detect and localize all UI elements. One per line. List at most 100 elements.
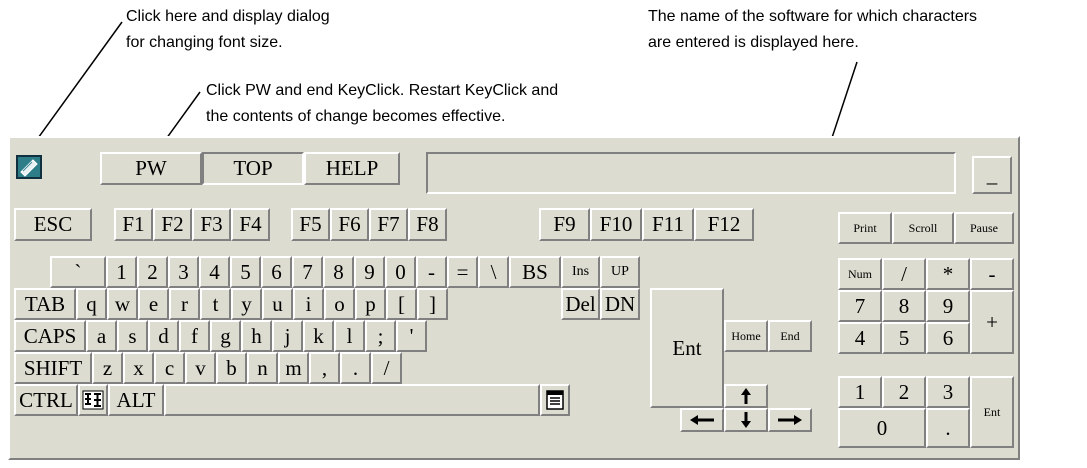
key-dn[interactable]: DN: [600, 288, 640, 320]
key-w[interactable]: w: [107, 288, 138, 320]
key-g[interactable]: g: [210, 320, 241, 352]
key-a[interactable]: a: [86, 320, 117, 352]
key-ins[interactable]: Ins: [561, 256, 600, 288]
key-shift[interactable]: SHIFT: [14, 352, 92, 384]
key-arrow-down[interactable]: [724, 408, 768, 432]
key-f8[interactable]: F8: [408, 208, 447, 241]
pw-button[interactable]: PW: [100, 152, 202, 185]
key-f1[interactable]: F1: [114, 208, 153, 241]
key-9[interactable]: 9: [354, 256, 385, 288]
key-pause[interactable]: Pause: [954, 212, 1014, 244]
key-q[interactable]: q: [76, 288, 107, 320]
help-button[interactable]: HELP: [304, 152, 400, 185]
key-equals[interactable]: =: [447, 256, 478, 288]
key-caps[interactable]: CAPS: [14, 320, 86, 352]
key-arrow-up[interactable]: [724, 384, 768, 408]
key-o[interactable]: o: [324, 288, 355, 320]
ime-key[interactable]: [78, 384, 108, 416]
key-num-8[interactable]: 8: [882, 290, 926, 322]
key-l[interactable]: l: [334, 320, 365, 352]
key-d[interactable]: d: [148, 320, 179, 352]
key-4[interactable]: 4: [199, 256, 230, 288]
key-k[interactable]: k: [303, 320, 334, 352]
key-n[interactable]: n: [247, 352, 278, 384]
key-enter[interactable]: Ent: [650, 288, 724, 408]
key-num-4[interactable]: 4: [838, 322, 882, 354]
key-num-6[interactable]: 6: [926, 322, 970, 354]
key-0[interactable]: 0: [385, 256, 416, 288]
key-backslash[interactable]: \: [478, 256, 509, 288]
key-esc[interactable]: ESC: [14, 208, 92, 241]
key-8[interactable]: 8: [323, 256, 354, 288]
key-quote[interactable]: ': [396, 320, 427, 352]
key-num-1[interactable]: 1: [838, 376, 882, 408]
key-num-9[interactable]: 9: [926, 290, 970, 322]
key-up-page[interactable]: UP: [600, 256, 640, 288]
key-backtick[interactable]: `: [50, 256, 106, 288]
key-semicolon[interactable]: ;: [365, 320, 396, 352]
key-f11[interactable]: F11: [642, 208, 694, 241]
key-minus[interactable]: -: [416, 256, 447, 288]
key-del[interactable]: Del: [561, 288, 600, 320]
key-t[interactable]: t: [200, 288, 231, 320]
key-num-decimal[interactable]: .: [926, 408, 970, 448]
key-comma[interactable]: ,: [309, 352, 340, 384]
key-6[interactable]: 6: [261, 256, 292, 288]
key-p[interactable]: p: [355, 288, 386, 320]
key-f[interactable]: f: [179, 320, 210, 352]
key-num-lock[interactable]: Num: [838, 258, 882, 290]
key-1[interactable]: 1: [106, 256, 137, 288]
key-3[interactable]: 3: [168, 256, 199, 288]
key-num-2[interactable]: 2: [882, 376, 926, 408]
key-space[interactable]: [164, 384, 540, 416]
key-m[interactable]: m: [278, 352, 309, 384]
key-scroll[interactable]: Scroll: [892, 212, 954, 244]
key-arrow-left[interactable]: [680, 408, 724, 432]
key-ctrl[interactable]: CTRL: [14, 384, 78, 416]
key-f5[interactable]: F5: [291, 208, 330, 241]
key-f12[interactable]: F12: [694, 208, 754, 241]
minimize-button[interactable]: _: [972, 156, 1012, 194]
key-x[interactable]: x: [123, 352, 154, 384]
key-c[interactable]: c: [154, 352, 185, 384]
key-r[interactable]: r: [169, 288, 200, 320]
key-j[interactable]: j: [272, 320, 303, 352]
key-u[interactable]: u: [262, 288, 293, 320]
key-arrow-right[interactable]: [768, 408, 812, 432]
key-num-3[interactable]: 3: [926, 376, 970, 408]
key-f10[interactable]: F10: [590, 208, 642, 241]
font-size-icon[interactable]: [16, 155, 42, 179]
key-f4[interactable]: F4: [231, 208, 270, 241]
key-v[interactable]: v: [185, 352, 216, 384]
key-2[interactable]: 2: [137, 256, 168, 288]
key-menu[interactable]: [540, 384, 570, 416]
key-period[interactable]: .: [340, 352, 371, 384]
key-b[interactable]: b: [216, 352, 247, 384]
key-h[interactable]: h: [241, 320, 272, 352]
key-num-7[interactable]: 7: [838, 290, 882, 322]
key-f3[interactable]: F3: [192, 208, 231, 241]
key-num-divide[interactable]: /: [882, 258, 926, 290]
key-num-minus[interactable]: -: [970, 258, 1014, 290]
top-button[interactable]: TOP: [202, 152, 304, 185]
key-tab[interactable]: TAB: [14, 288, 76, 320]
key-7[interactable]: 7: [292, 256, 323, 288]
key-num-plus[interactable]: +: [970, 290, 1014, 354]
key-num-multiply[interactable]: *: [926, 258, 970, 290]
key-alt[interactable]: ALT: [108, 384, 164, 416]
key-s[interactable]: s: [117, 320, 148, 352]
key-f2[interactable]: F2: [153, 208, 192, 241]
key-num-0[interactable]: 0: [838, 408, 926, 448]
key-y[interactable]: y: [231, 288, 262, 320]
key-e[interactable]: e: [138, 288, 169, 320]
key-f9[interactable]: F9: [539, 208, 590, 241]
key-f6[interactable]: F6: [330, 208, 369, 241]
key-right-bracket[interactable]: ]: [417, 288, 448, 320]
key-5[interactable]: 5: [230, 256, 261, 288]
key-num-5[interactable]: 5: [882, 322, 926, 354]
key-end[interactable]: End: [768, 320, 812, 352]
key-slash[interactable]: /: [371, 352, 402, 384]
key-print[interactable]: Print: [838, 212, 892, 244]
key-i[interactable]: i: [293, 288, 324, 320]
key-left-bracket[interactable]: [: [386, 288, 417, 320]
